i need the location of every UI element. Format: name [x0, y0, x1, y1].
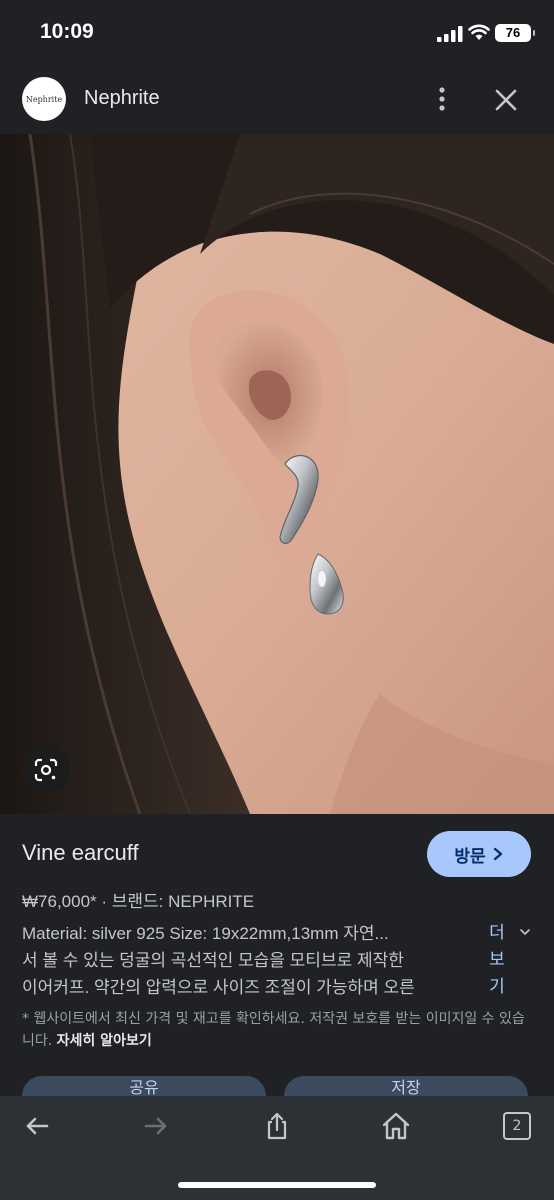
price-brand-line: ₩76,000* · 브랜드: NEPHRITE	[22, 892, 255, 911]
back-arrow-icon[interactable]	[21, 1110, 53, 1142]
description-line: 이어커프. 약간의 압력으로 사이즈 조절이 가능하며 오른	[22, 978, 415, 997]
close-icon[interactable]	[492, 86, 520, 114]
learn-more-link[interactable]: 자세히 알아보기	[57, 1033, 152, 1049]
result-header: Nephrite Nephrite	[0, 66, 554, 134]
battery-icon: 76	[495, 24, 535, 42]
description-line: 서 볼 수 있는 덩굴의 곡선적인 모습을 모티브로 제작한	[22, 951, 404, 970]
visit-button-label: 방문	[454, 846, 486, 867]
status-bar: 10:09 76	[0, 0, 554, 66]
disclaimer-note: * 웹사이트에서 최신 가격 및 재고를 확인하세요. 저작권 보호를 받는 이…	[22, 1008, 532, 1052]
google-lens-button[interactable]	[22, 746, 70, 794]
chevron-down-icon[interactable]	[519, 926, 531, 938]
product-info-panel: Vine earcuff 방문 ₩76,000* · 브랜드: NEPHRITE…	[0, 814, 554, 1116]
product-description: Material: silver 925 Size: 19x22mm,13mm …	[22, 920, 478, 1001]
product-photo	[0, 134, 554, 814]
site-logo-text: Nephrite	[25, 94, 63, 104]
more-link[interactable]: 더보기	[487, 920, 507, 1001]
product-title: Vine earcuff	[22, 840, 139, 865]
signal-icon	[437, 26, 463, 42]
description-line: Material: silver 925 Size: 19x22mm,13mm …	[22, 924, 389, 943]
share-result-label: 공유	[129, 1078, 159, 1097]
google-lens-icon	[34, 758, 58, 782]
home-indicator[interactable]	[178, 1182, 376, 1188]
forward-arrow-icon[interactable]	[140, 1110, 172, 1142]
home-icon[interactable]	[380, 1110, 412, 1142]
browser-toolbar: 2	[0, 1096, 554, 1200]
site-name[interactable]: Nephrite	[84, 87, 160, 110]
chevron-right-icon	[493, 847, 502, 861]
share-icon[interactable]	[261, 1110, 293, 1142]
visit-button[interactable]: 방문	[427, 831, 531, 877]
save-result-label: 저장	[391, 1078, 421, 1097]
tabs-icon[interactable]: 2	[503, 1112, 531, 1140]
status-time: 10:09	[40, 20, 94, 43]
site-logo[interactable]: Nephrite	[22, 77, 66, 121]
wifi-icon	[468, 24, 490, 40]
more-vert-icon[interactable]	[430, 84, 454, 114]
product-image[interactable]	[0, 134, 554, 814]
